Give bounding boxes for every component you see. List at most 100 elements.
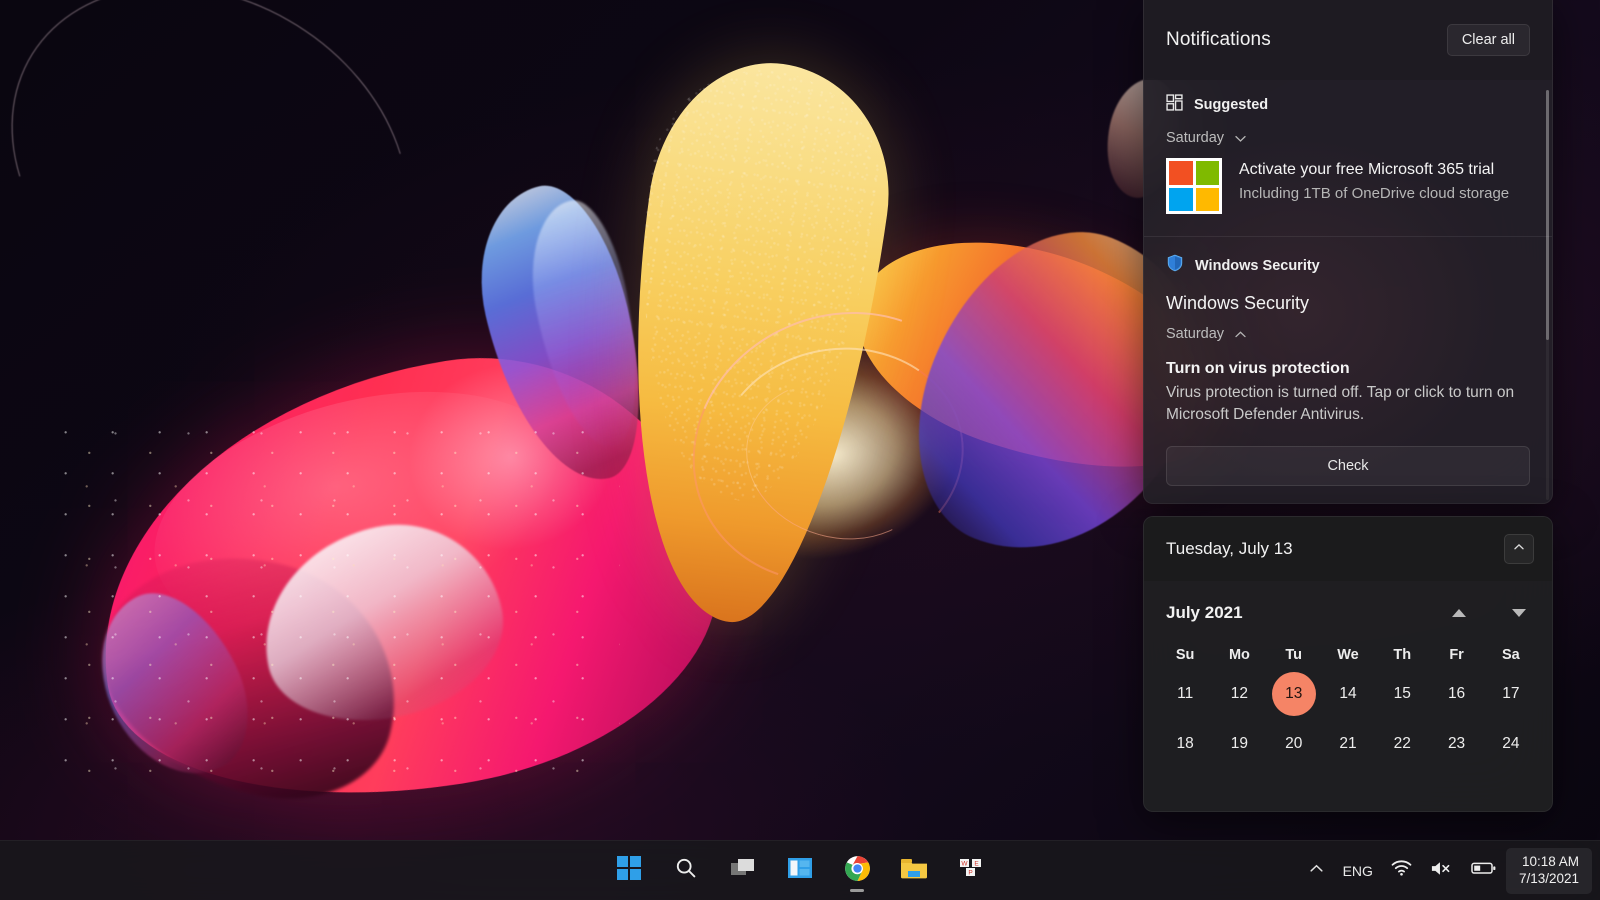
calendar-week-row: 18 19 20 21 22 23 24 bbox=[1158, 719, 1538, 769]
battery-button[interactable] bbox=[1462, 849, 1506, 893]
chrome-icon bbox=[844, 855, 871, 887]
calendar-day-cell[interactable]: 18 bbox=[1158, 719, 1212, 769]
calendar-day-cell[interactable]: 22 bbox=[1375, 719, 1429, 769]
volume-button[interactable] bbox=[1421, 849, 1462, 893]
calendar-day-number: 15 bbox=[1393, 685, 1411, 702]
calendar-day-cell[interactable]: 19 bbox=[1212, 719, 1266, 769]
calendar-day-number: 21 bbox=[1339, 735, 1357, 752]
calendar-day-number: 19 bbox=[1230, 735, 1249, 752]
notification-list: Suggested Saturday Activate your free Mi… bbox=[1144, 80, 1552, 503]
notification-scrollbar-thumb[interactable] bbox=[1546, 90, 1549, 340]
suggested-day-toggle[interactable]: Saturday bbox=[1144, 126, 1552, 154]
file-explorer-button[interactable] bbox=[892, 849, 936, 893]
folder-icon bbox=[900, 856, 928, 885]
calendar-day-number: 17 bbox=[1502, 685, 1520, 702]
suggested-day-label: Saturday bbox=[1166, 130, 1225, 146]
calendar-day-cell[interactable]: 20 bbox=[1267, 719, 1321, 769]
notification-group-windows-security: Windows Security Windows Security Saturd… bbox=[1144, 237, 1552, 487]
battery-icon bbox=[1471, 860, 1497, 881]
language-indicator[interactable]: ENG bbox=[1334, 849, 1382, 893]
system-tray: ENG 10:18 AM 7/13/2021 bbox=[1299, 841, 1600, 900]
calendar-day-cell[interactable]: 12 bbox=[1212, 669, 1266, 719]
security-message-title: Turn on virus protection bbox=[1166, 360, 1350, 377]
chevron-down-icon[interactable] bbox=[1233, 131, 1248, 146]
weekday-header: We bbox=[1337, 647, 1359, 663]
calendar-day-cell[interactable]: 21 bbox=[1321, 719, 1375, 769]
security-day-toggle[interactable]: Saturday bbox=[1144, 314, 1552, 350]
calendar-day-cell[interactable]: 16 bbox=[1429, 669, 1483, 719]
weekday-header: Th bbox=[1393, 647, 1412, 663]
notification-item-microsoft365[interactable]: Activate your free Microsoft 365 trial I… bbox=[1144, 154, 1552, 236]
notification-center-panel: Notifications Clear all Suggested Saturd… bbox=[1143, 0, 1553, 504]
notification-subtitle: Including 1TB of OneDrive cloud storage bbox=[1239, 184, 1510, 202]
calendar-day-cell[interactable]: 24 bbox=[1484, 719, 1538, 769]
clear-all-button[interactable]: Clear all bbox=[1446, 24, 1530, 56]
calendar-day-cell[interactable]: 15 bbox=[1375, 669, 1429, 719]
calendar-day-cell[interactable]: 17 bbox=[1484, 669, 1538, 719]
svg-text:E: E bbox=[974, 860, 979, 867]
search-button[interactable] bbox=[664, 849, 708, 893]
chevron-up-icon bbox=[1308, 860, 1325, 882]
svg-text:W: W bbox=[961, 860, 968, 867]
search-icon bbox=[674, 856, 698, 885]
calendar-day-cell[interactable]: 11 bbox=[1158, 669, 1212, 719]
triangle-up-icon[interactable] bbox=[1452, 609, 1466, 617]
calendar-month-navigation bbox=[1452, 609, 1526, 617]
calendar-weekday-row: Su Mo Tu We Th Fr Sa bbox=[1158, 639, 1538, 669]
notification-title: Activate your free Microsoft 365 trial bbox=[1239, 161, 1495, 178]
security-day-label: Saturday bbox=[1166, 326, 1225, 342]
page-title: Notifications bbox=[1166, 29, 1271, 50]
svg-text:P: P bbox=[968, 869, 972, 876]
widgets-icon bbox=[787, 856, 813, 885]
calendar-header: Tuesday, July 13 bbox=[1144, 517, 1552, 581]
calendar-day-number: 14 bbox=[1339, 685, 1357, 702]
clock-button[interactable]: 10:18 AM 7/13/2021 bbox=[1505, 847, 1592, 894]
calendar-panel: Tuesday, July 13 July 2021 Su Mo Tu We T… bbox=[1143, 516, 1553, 812]
taskbar-icon-group: W E P bbox=[607, 849, 993, 893]
notification-scrollbar[interactable] bbox=[1546, 90, 1549, 500]
layout-grid-icon bbox=[1166, 94, 1183, 116]
calendar-day-number: 24 bbox=[1502, 735, 1520, 752]
security-action-button[interactable]: Check bbox=[1166, 446, 1530, 487]
calendar-day-number: 20 bbox=[1285, 735, 1303, 752]
chrome-button[interactable] bbox=[835, 849, 879, 893]
weekday-header: Tu bbox=[1285, 647, 1303, 663]
security-heading: Windows Security bbox=[1166, 293, 1310, 313]
calendar-day-cell-today[interactable]: 13 bbox=[1267, 669, 1321, 719]
tray-overflow-button[interactable] bbox=[1299, 849, 1334, 893]
clock-time: 10:18 AM bbox=[1521, 853, 1579, 869]
calendar-day-cell[interactable]: 14 bbox=[1321, 669, 1375, 719]
widgets-button[interactable] bbox=[778, 849, 822, 893]
weekday-header: Su bbox=[1175, 647, 1195, 663]
triangle-down-icon[interactable] bbox=[1512, 609, 1526, 617]
taskbar: W E P ENG 10:18 AM 7/13/2021 bbox=[0, 840, 1600, 900]
calendar-current-date: Tuesday, July 13 bbox=[1166, 539, 1293, 558]
calendar-day-number-today: 13 bbox=[1271, 672, 1316, 716]
calendar-collapse-button[interactable] bbox=[1504, 534, 1534, 564]
wifi-icon bbox=[1391, 859, 1412, 882]
wifi-button[interactable] bbox=[1382, 849, 1421, 893]
security-message-body: Virus protection is turned off. Tap or c… bbox=[1166, 384, 1515, 424]
windows-logo-icon bbox=[616, 855, 642, 886]
calendar-month-label[interactable]: July 2021 bbox=[1166, 603, 1243, 623]
microsoft-store-button[interactable]: W E P bbox=[949, 849, 993, 893]
wallpaper-filament-arc bbox=[0, 0, 476, 417]
calendar-grid: Su Mo Tu We Th Fr Sa 11 12 13 14 15 16 1… bbox=[1144, 633, 1552, 769]
chevron-up-icon[interactable] bbox=[1233, 327, 1248, 342]
calendar-month-row: July 2021 bbox=[1144, 581, 1552, 633]
calendar-day-number: 12 bbox=[1230, 685, 1249, 702]
calendar-day-number: 18 bbox=[1176, 735, 1194, 752]
calendar-week-row: 11 12 13 14 15 16 17 bbox=[1158, 669, 1538, 719]
notification-header: Notifications Clear all bbox=[1144, 0, 1552, 80]
running-indicator bbox=[850, 888, 864, 892]
task-view-button[interactable] bbox=[721, 849, 765, 893]
start-button[interactable] bbox=[607, 849, 651, 893]
notification-group-suggested: Suggested Saturday Activate your free Mi… bbox=[1144, 80, 1552, 236]
suggested-group-label: Suggested bbox=[1194, 97, 1269, 113]
calendar-day-cell[interactable]: 23 bbox=[1429, 719, 1483, 769]
notification-item-virus-protection[interactable]: Turn on virus protection Virus protectio… bbox=[1144, 350, 1552, 426]
speaker-muted-icon bbox=[1430, 859, 1453, 883]
calendar-day-number: 16 bbox=[1447, 685, 1466, 702]
weekday-header: Sa bbox=[1501, 647, 1520, 663]
chevron-up-icon bbox=[1512, 540, 1526, 559]
